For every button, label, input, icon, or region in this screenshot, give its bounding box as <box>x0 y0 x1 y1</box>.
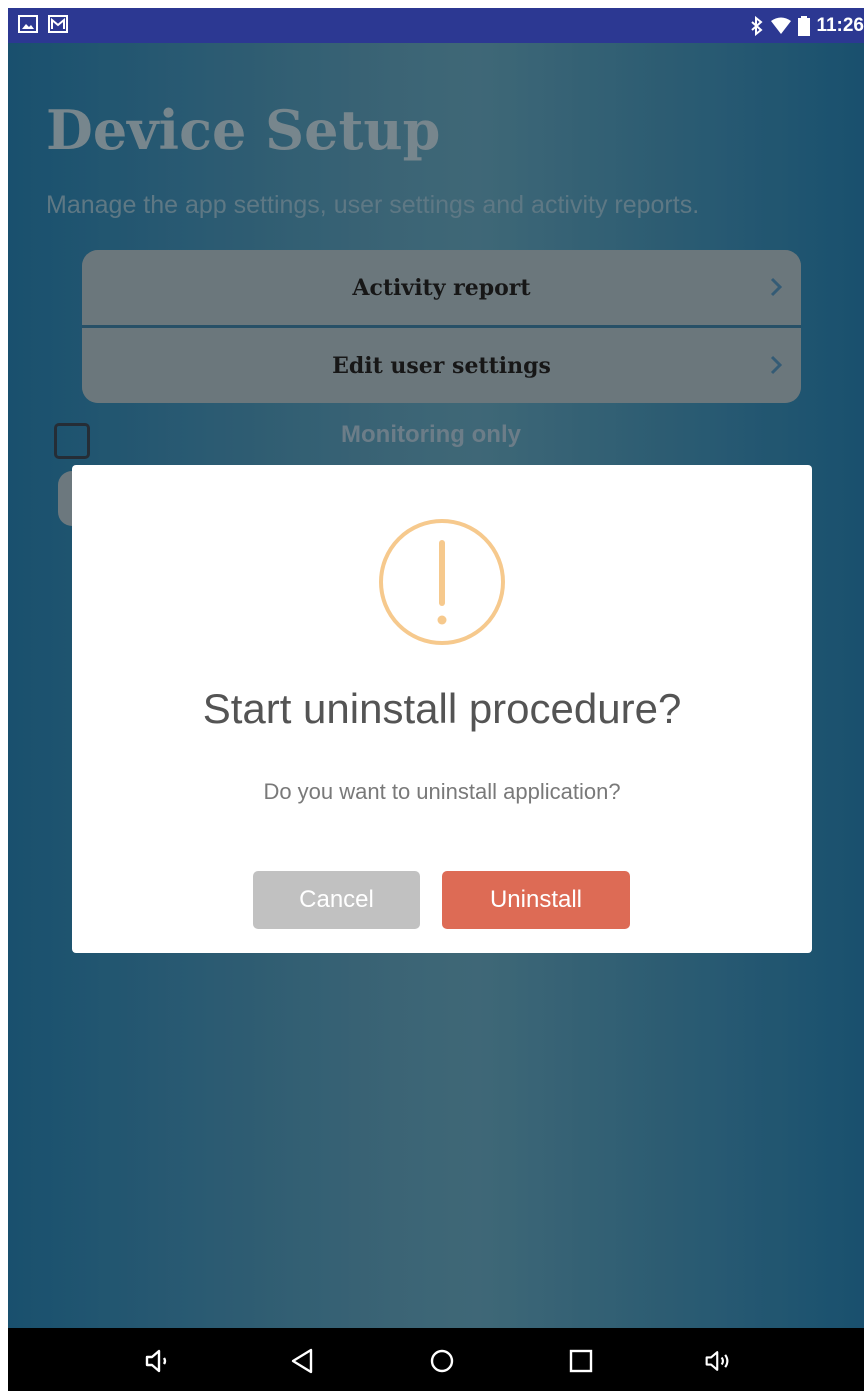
volume-up-icon[interactable] <box>704 1346 734 1376</box>
bluetooth-icon <box>751 15 764 36</box>
status-left-icons <box>18 15 68 33</box>
uninstall-button[interactable]: Uninstall <box>442 871 630 929</box>
cancel-button[interactable]: Cancel <box>253 871 420 929</box>
app-background: Device Setup Manage the app settings, us… <box>8 43 864 1328</box>
status-time: 11:26 <box>816 14 864 36</box>
recents-icon[interactable] <box>566 1346 596 1376</box>
screen: 11:26 Device Setup Manage the app settin… <box>8 8 864 1391</box>
dialog-message: Do you want to uninstall application? <box>263 779 621 804</box>
back-icon[interactable] <box>288 1346 318 1376</box>
status-right-icons: 11:26 <box>750 8 864 43</box>
status-bar: 11:26 <box>8 8 864 43</box>
home-icon[interactable] <box>427 1346 457 1376</box>
battery-icon <box>798 15 811 36</box>
volume-down-icon[interactable] <box>144 1346 174 1376</box>
dialog-title: Start uninstall procedure? <box>202 685 682 732</box>
warning-icon <box>379 519 505 645</box>
gmail-icon <box>48 15 68 33</box>
image-icon <box>18 15 38 33</box>
navigation-bar <box>8 1328 864 1391</box>
uninstall-dialog: Start uninstall procedure? Do you want t… <box>72 465 812 953</box>
wifi-icon <box>771 17 792 34</box>
